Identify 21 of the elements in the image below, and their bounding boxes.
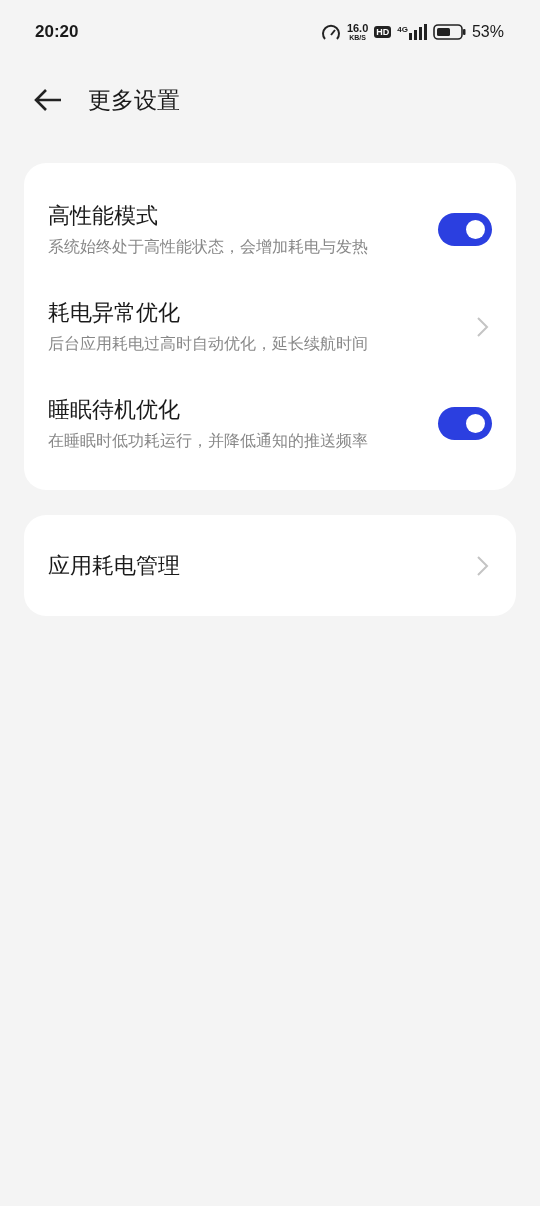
setting-description: 后台应用耗电过高时自动优化，延长续航时间 (48, 334, 369, 355)
setting-title[interactable]: 睡眠待机优化 (48, 395, 438, 425)
page-title: 更多设置 (88, 85, 180, 115)
battery-icon (432, 24, 466, 40)
status-time: 20:20 (35, 22, 79, 42)
speedometer-icon (320, 23, 341, 41)
chevron-right-icon (476, 554, 490, 577)
network-speed: 16.0 (346, 23, 369, 34)
setting-description: 系统始终处于高性能状态，会增加耗电与发热 (48, 237, 369, 258)
toggle-switch[interactable] (438, 407, 492, 440)
battery-percent: 53% (471, 23, 504, 41)
hd-badge: HD (374, 26, 392, 38)
back-button[interactable] (33, 88, 63, 112)
setting-title[interactable]: 高性能模式 (48, 201, 438, 231)
setting-title[interactable]: 耗电异常优化 (48, 298, 476, 328)
network-type: 4G (397, 25, 408, 34)
setting-description: 在睡眠时低功耗运行，并降低通知的推送频率 (48, 431, 369, 452)
signal-icon (408, 24, 427, 40)
toggle-switch[interactable] (438, 213, 492, 246)
setting-title[interactable]: 应用耗电管理 (48, 550, 476, 581)
chevron-right-icon (476, 315, 490, 338)
